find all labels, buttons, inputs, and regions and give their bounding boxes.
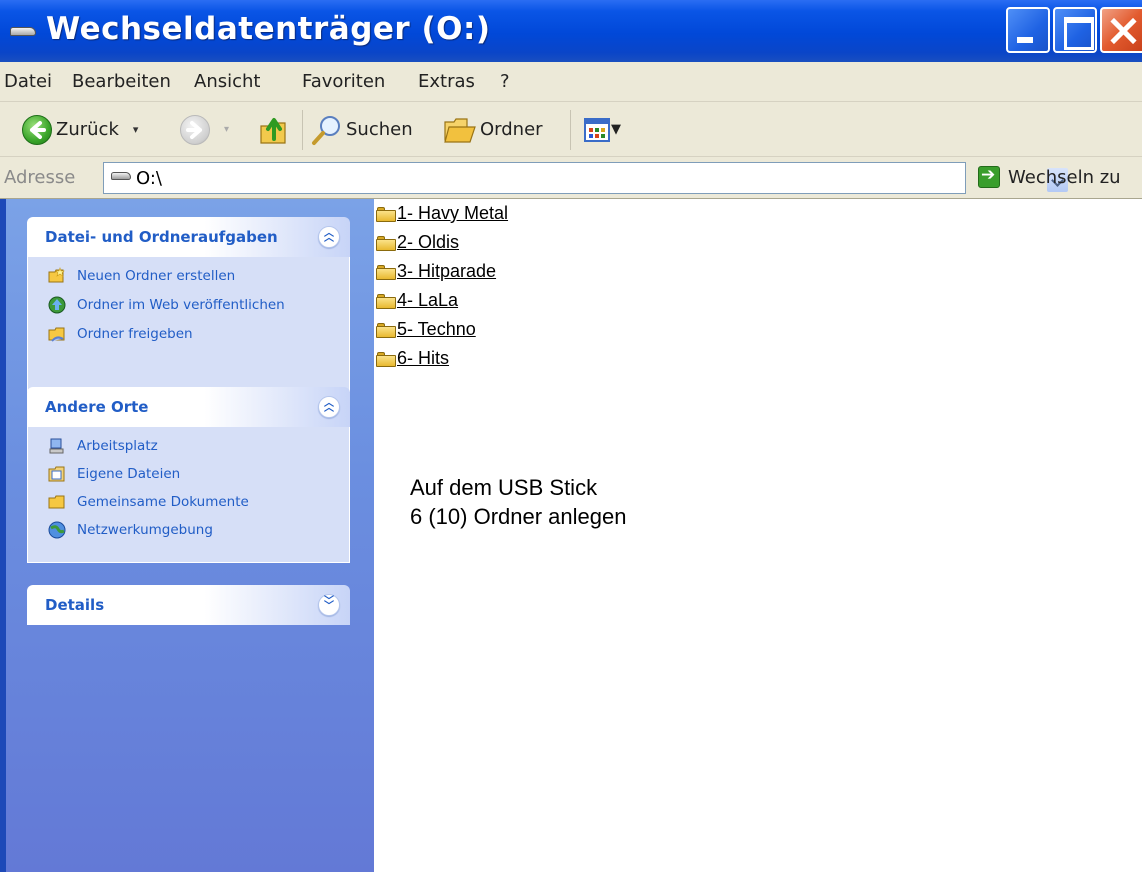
- menu-bar: Datei Bearbeiten Ansicht Favoriten Extra…: [0, 62, 1142, 155]
- folder-icon: [376, 264, 396, 280]
- task-label: Eigene Dateien: [77, 466, 181, 482]
- folder-item[interactable]: 5- Techno: [376, 319, 476, 340]
- shared-documents-icon: [48, 495, 65, 509]
- folders-icon: [444, 117, 476, 143]
- folder-icon: [376, 235, 396, 251]
- explorer-window: Wechseldatenträger (O:) Datei Bearbeiten…: [0, 0, 1142, 872]
- folders-button[interactable]: Ordner: [442, 102, 543, 157]
- close-button[interactable]: [1100, 7, 1142, 53]
- window-title: Wechseldatenträger (O:): [46, 11, 491, 47]
- place-network[interactable]: Netzwerkumgebung: [48, 521, 213, 539]
- toolbar: Zurück ▾ ▾ Suchen Ordner ▼: [0, 102, 1142, 157]
- instruction-note: Auf dem USB Stick 6 (10) Ordner anlegen: [410, 473, 626, 531]
- go-arrow-icon[interactable]: [978, 165, 1000, 188]
- task-new-folder[interactable]: Neuen Ordner erstellen: [48, 267, 235, 285]
- drive-icon: [111, 172, 131, 180]
- expand-chevron-icon[interactable]: ﹀ ﹀: [318, 594, 340, 616]
- title-bar[interactable]: Wechseldatenträger (O:): [0, 0, 1142, 62]
- panel-header[interactable]: Datei- und Ordneraufgaben ︿ ︿: [27, 217, 350, 257]
- menu-help[interactable]: ?: [500, 71, 510, 92]
- task-label: Netzwerkumgebung: [77, 522, 213, 538]
- minimize-button[interactable]: [1006, 7, 1050, 53]
- folder-item[interactable]: 1- Havy Metal: [376, 203, 508, 224]
- new-folder-icon: [48, 267, 65, 283]
- back-dropdown-icon[interactable]: ▾: [133, 123, 139, 136]
- panel-header[interactable]: Andere Orte ︿ ︿: [27, 387, 350, 427]
- folder-name: 2- Oldis: [397, 232, 460, 252]
- search-label: Suchen: [346, 119, 413, 140]
- search-icon: [312, 115, 340, 145]
- task-label: Arbeitsplatz: [77, 438, 158, 454]
- go-button-label[interactable]: Wechseln zu: [1008, 167, 1121, 188]
- back-button[interactable]: Zurück ▾: [22, 102, 138, 157]
- network-places-icon: [48, 521, 66, 539]
- panel-title: Datei- und Ordneraufgaben: [45, 228, 278, 246]
- address-bar: Adresse O:\ Wechseln zu: [0, 157, 1142, 199]
- task-pane-edge: [0, 199, 6, 872]
- task-label: Neuen Ordner erstellen: [77, 268, 236, 284]
- folder-name: 1- Havy Metal: [397, 203, 509, 223]
- back-label: Zurück: [56, 119, 119, 140]
- panel-body: Arbeitsplatz Eigene Dateien Gemeinsame D…: [27, 427, 350, 563]
- menu-bearbeiten[interactable]: Bearbeiten: [72, 71, 171, 92]
- share-folder-icon: [48, 327, 65, 342]
- removable-drive-icon: [10, 27, 36, 36]
- folder-name: 4- LaLa: [397, 290, 459, 310]
- search-button[interactable]: Suchen: [310, 102, 413, 157]
- folder-item[interactable]: 2- Oldis: [376, 232, 459, 253]
- panel-header[interactable]: Details ﹀ ﹀: [27, 585, 350, 625]
- folder-name: 3- Hitparade: [397, 261, 497, 281]
- toolbar-separator: [302, 110, 303, 150]
- address-value: O:\: [136, 168, 162, 189]
- my-computer-icon: [49, 438, 64, 454]
- panel-title: Andere Orte: [45, 398, 149, 416]
- task-share-folder[interactable]: Ordner freigeben: [48, 325, 193, 343]
- task-publish-web[interactable]: Ordner im Web veröffentlichen: [48, 296, 285, 314]
- folder-icon: [376, 322, 396, 338]
- details-panel: Details ﹀ ﹀: [27, 585, 350, 625]
- views-button[interactable]: ▼: [584, 102, 621, 157]
- note-line: Auf dem USB Stick: [410, 475, 598, 500]
- folder-name: 5- Techno: [397, 319, 476, 339]
- task-label: Ordner im Web veröffentlichen: [77, 297, 285, 313]
- folder-item[interactable]: 6- Hits: [376, 348, 449, 369]
- place-my-computer[interactable]: Arbeitsplatz: [48, 437, 158, 455]
- place-my-documents[interactable]: Eigene Dateien: [48, 465, 180, 483]
- menu-datei[interactable]: Datei: [4, 71, 52, 92]
- toolbar-separator: [570, 110, 571, 150]
- folder-up-icon: [260, 117, 286, 144]
- my-documents-icon: [48, 466, 65, 482]
- other-places-panel: Andere Orte ︿ ︿ Arbeitsplatz Eigene Datei…: [27, 387, 350, 563]
- panel-title: Details: [45, 596, 105, 614]
- menu-ansicht[interactable]: Ansicht: [194, 71, 260, 92]
- maximize-button[interactable]: [1053, 7, 1097, 53]
- forward-arrow-icon: [180, 114, 210, 145]
- up-folder-button[interactable]: [258, 102, 290, 157]
- menu-extras[interactable]: Extras: [418, 71, 475, 92]
- folder-icon: [376, 206, 396, 222]
- panel-body: Neuen Ordner erstellen Ordner im Web ver…: [27, 257, 350, 392]
- folder-item[interactable]: 3- Hitparade: [376, 261, 496, 282]
- back-arrow-icon: [22, 114, 52, 145]
- folder-item[interactable]: 4- LaLa: [376, 290, 458, 311]
- views-dropdown-icon[interactable]: ▼: [611, 122, 621, 137]
- note-line: 6 (10) Ordner anlegen: [410, 504, 627, 529]
- forward-button[interactable]: ▾: [180, 102, 229, 157]
- forward-dropdown-icon[interactable]: ▾: [224, 124, 229, 135]
- folder-icon: [376, 293, 396, 309]
- publish-web-icon: [48, 296, 66, 314]
- collapse-chevron-icon[interactable]: ︿ ︿: [318, 226, 340, 248]
- address-input[interactable]: O:\: [103, 162, 1068, 194]
- collapse-chevron-icon[interactable]: ︿ ︿: [318, 396, 340, 418]
- menu-favoriten[interactable]: Favoriten: [302, 71, 385, 92]
- task-label: Ordner freigeben: [77, 326, 193, 342]
- views-icon: [584, 117, 610, 142]
- folder-name: 6- Hits: [397, 348, 450, 368]
- task-label: Gemeinsame Dokumente: [77, 494, 249, 510]
- address-label: Adresse: [4, 167, 76, 188]
- file-folder-tasks-panel: Datei- und Ordneraufgaben ︿ ︿ Neuen Ordne…: [27, 217, 350, 392]
- folder-icon: [376, 351, 396, 367]
- folders-label: Ordner: [480, 119, 543, 140]
- place-shared-documents[interactable]: Gemeinsame Dokumente: [48, 493, 249, 511]
